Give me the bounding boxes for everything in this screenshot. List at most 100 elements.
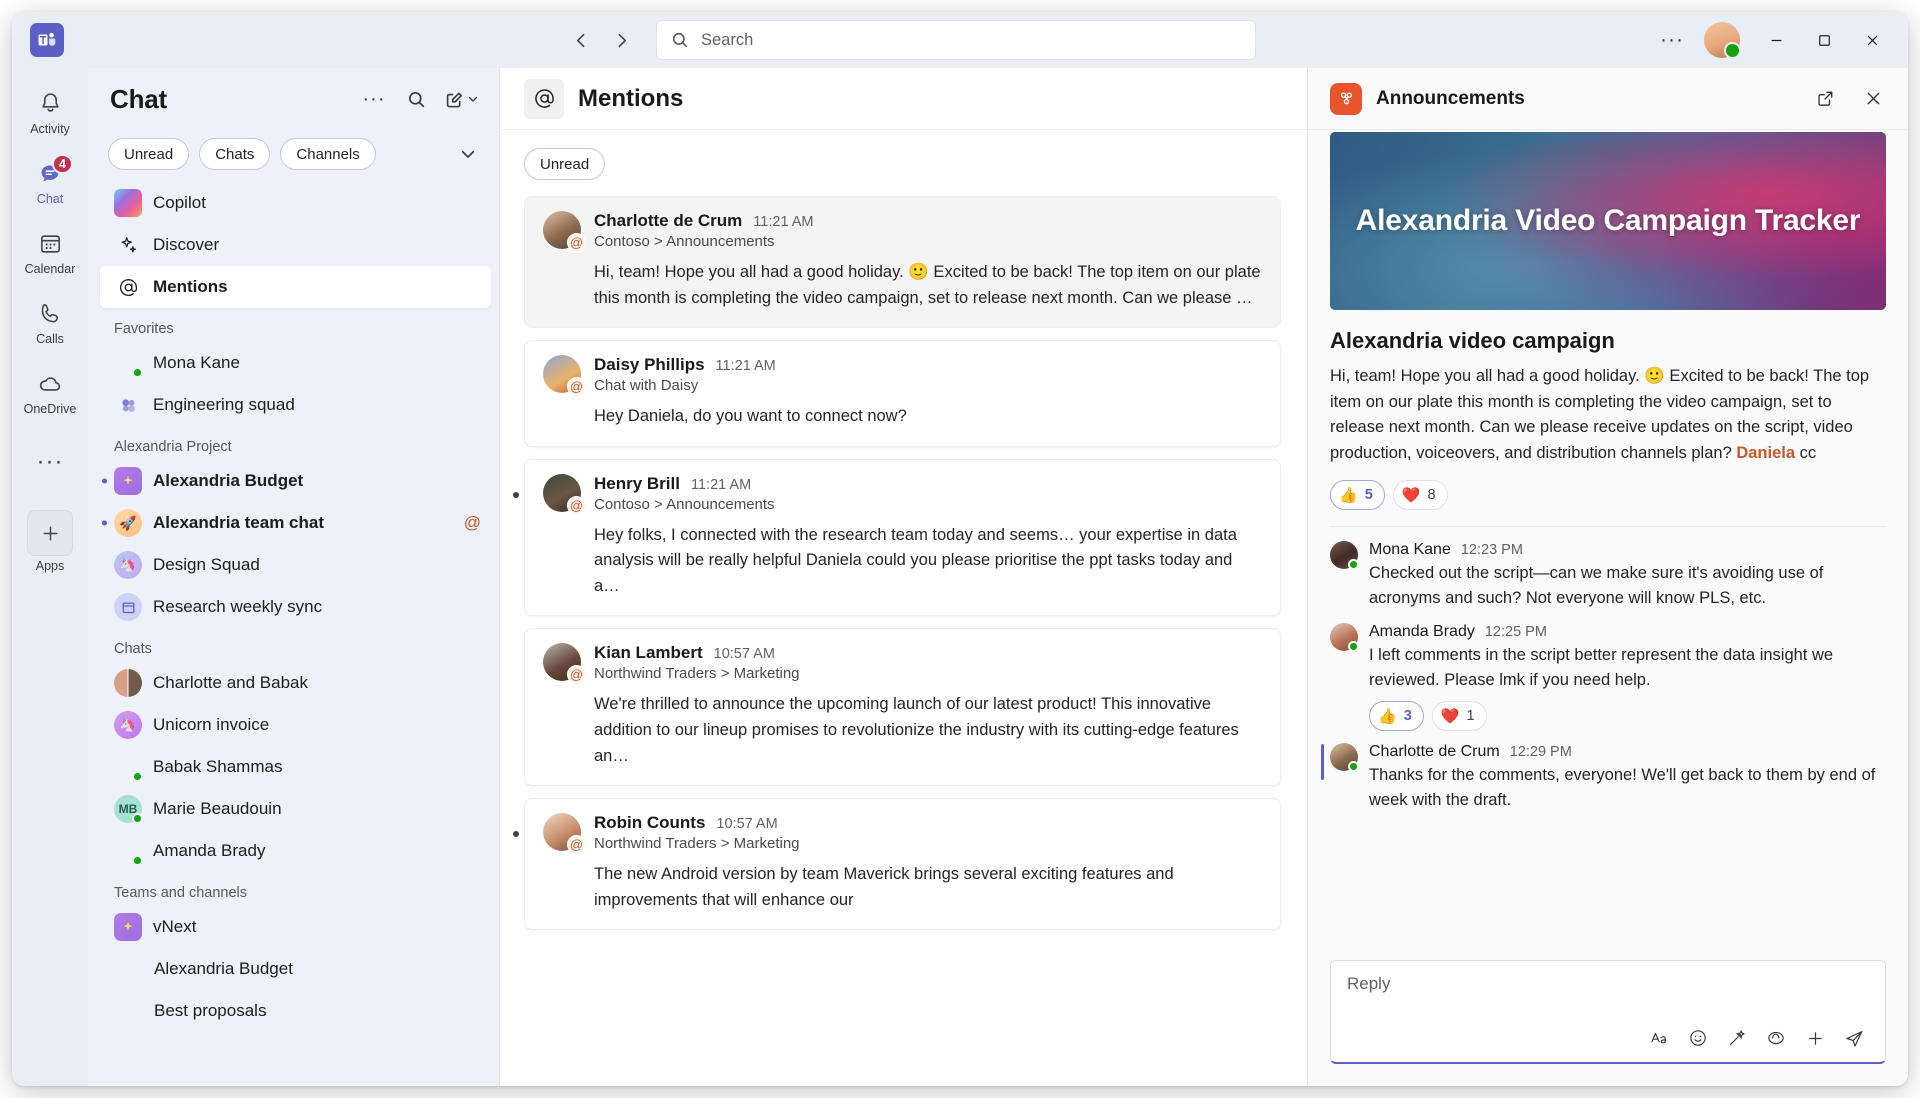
chat-list-item-charlotte-and-babak[interactable]: Charlotte and Babak — [100, 662, 491, 704]
chat-list-item-channel-alexandria-budget[interactable]: Alexandria Budget — [100, 948, 491, 990]
mention-card[interactable]: @ Robin Counts 10:57 AM Northwind Trader… — [524, 798, 1281, 930]
format-icon[interactable] — [1642, 1022, 1676, 1054]
chat-search-button[interactable] — [399, 82, 433, 116]
reply-item[interactable]: Mona Kane 12:23 PM Checked out the scrip… — [1330, 541, 1886, 611]
chat-list-item-unicorn-invoice[interactable]: 🦄 Unicorn invoice — [100, 704, 491, 746]
mention-text: We're thrilled to announce the upcoming … — [594, 692, 1262, 769]
mention-time: 11:21 AM — [716, 358, 776, 374]
mention-context: Contoso > Announcements — [594, 233, 814, 250]
rail-item-more[interactable]: ··· — [14, 428, 86, 496]
chat-list-item-channel-best-proposals[interactable]: Best proposals — [100, 990, 491, 1032]
settings-and-more-button[interactable]: ··· — [1654, 22, 1690, 58]
close-icon[interactable] — [1856, 82, 1890, 116]
reply-item[interactable]: Amanda Brady 12:25 PM I left comments in… — [1330, 623, 1886, 732]
rail-item-calendar[interactable]: Calendar — [14, 218, 86, 286]
reaction-heart[interactable]: ❤️ 1 — [1432, 701, 1487, 731]
filter-pill-unread[interactable]: Unread — [108, 138, 189, 170]
mentions-list: Unread @ Charlotte de Crum 11:21 AM Cont… — [500, 130, 1307, 1086]
chat-list-item-marie-beaudouin[interactable]: MB Marie Beaudouin — [100, 788, 491, 830]
rail-item-onedrive[interactable]: OneDrive — [14, 358, 86, 426]
minimize-button[interactable] — [1754, 20, 1798, 60]
new-chat-button[interactable] — [441, 82, 483, 116]
chat-list-item-amanda-brady[interactable]: Amanda Brady — [100, 830, 491, 872]
chat-list-label: Discover — [153, 235, 219, 255]
mention-context: Northwind Traders > Marketing — [594, 665, 800, 682]
search-input[interactable]: Search — [656, 20, 1256, 60]
reply-text: Thanks for the comments, everyone! We'll… — [1369, 763, 1886, 813]
avatar-initials: MB — [114, 795, 142, 823]
chat-list-item-engineering-squad[interactable]: Engineering squad — [100, 384, 491, 426]
post-body-part2: cc — [1795, 444, 1816, 462]
chat-list[interactable]: Copilot Discover Mentions Favorites — [88, 182, 499, 1086]
mention-card-header: @ Henry Brill 11:21 AM Contoso > Announc… — [543, 474, 1262, 513]
chat-list-item-alexandria-team-chat[interactable]: 🚀 Alexandria team chat @ — [100, 502, 491, 544]
reply-input[interactable]: Reply — [1330, 960, 1886, 1064]
rail-item-chat[interactable]: 4 Chat — [14, 148, 86, 216]
back-button[interactable] — [564, 23, 598, 57]
reaction-heart[interactable]: ❤️ 8 — [1393, 480, 1448, 510]
mention-indicator-icon: @ — [464, 513, 481, 533]
reaction-thumbsup[interactable]: 👍 3 — [1369, 701, 1424, 731]
thumbsup-icon: 👍 — [1339, 486, 1358, 504]
group-icon — [114, 391, 142, 419]
post-title: Alexandria video campaign — [1330, 328, 1886, 354]
emoji-icon[interactable] — [1681, 1022, 1715, 1054]
post-reactions: 👍 5 ❤️ 8 — [1330, 480, 1886, 510]
chevron-down-icon[interactable] — [453, 139, 483, 169]
presence-available-icon — [132, 855, 143, 866]
copilot-wand-icon[interactable] — [1720, 1022, 1754, 1054]
rail-item-activity[interactable]: Activity — [14, 78, 86, 146]
reaction-count: 1 — [1466, 708, 1474, 724]
mention-text: Hey Daniela, do you want to connect now? — [594, 404, 1262, 430]
chat-list-label: Amanda Brady — [153, 841, 265, 861]
close-button[interactable] — [1850, 20, 1894, 60]
search-icon — [671, 31, 689, 49]
chat-list-item-mona-kane[interactable]: Mona Kane — [100, 342, 491, 384]
chat-list-item-alexandria-budget[interactable]: Alexandria Budget — [100, 460, 491, 502]
mention-author: Charlotte de Crum — [594, 211, 742, 231]
mention-card[interactable]: @ Daisy Phillips 11:21 AM Chat with Dais… — [524, 340, 1281, 447]
chat-list-item-discover[interactable]: Discover — [100, 224, 491, 266]
forward-button[interactable] — [604, 23, 638, 57]
avatar — [114, 837, 142, 865]
chat-list-item-research-weekly-sync[interactable]: Research weekly sync — [100, 586, 491, 628]
loop-icon[interactable] — [1759, 1022, 1793, 1054]
chat-list-item-babak-shammas[interactable]: Babak Shammas — [100, 746, 491, 788]
post-mention[interactable]: Daniela — [1736, 444, 1795, 462]
at-mention-badge-icon: @ — [567, 665, 586, 684]
chat-list-item-mentions[interactable]: Mentions — [100, 266, 491, 308]
reaction-thumbsup[interactable]: 👍 5 — [1330, 480, 1385, 510]
rail-item-calls[interactable]: Calls — [14, 288, 86, 356]
heart-icon: ❤️ — [1402, 486, 1421, 504]
chat-list-item-design-squad[interactable]: 🦄 Design Squad — [100, 544, 491, 586]
chat-list-item-copilot[interactable]: Copilot — [100, 182, 491, 224]
mentions-filter-unread[interactable]: Unread — [524, 148, 605, 180]
mention-author: Robin Counts — [594, 813, 705, 833]
reply-reactions: 👍 3 ❤️ 1 — [1369, 701, 1886, 731]
mention-card[interactable]: @ Kian Lambert 10:57 AM Northwind Trader… — [524, 628, 1281, 786]
app-rail: Activity 4 Chat Calendar Calls — [12, 68, 88, 1086]
mention-card[interactable]: @ Charlotte de Crum 11:21 AM Contoso > A… — [524, 196, 1281, 328]
at-icon — [524, 79, 564, 119]
chat-list-label: Design Squad — [153, 555, 260, 575]
send-icon[interactable] — [1837, 1022, 1871, 1054]
add-attachment-icon[interactable] — [1798, 1022, 1832, 1054]
chat-list-label: Research weekly sync — [153, 597, 322, 617]
reply-item[interactable]: Charlotte de Crum 12:29 PM Thanks for th… — [1330, 743, 1886, 813]
chat-list-item-vnext[interactable]: vNext — [100, 906, 491, 948]
filter-pill-channels[interactable]: Channels — [280, 138, 375, 170]
chat-list-label: Alexandria team chat — [153, 513, 324, 533]
avatar[interactable] — [1704, 22, 1740, 58]
chat-list-label: Alexandria Budget — [154, 959, 293, 979]
filter-pill-chats[interactable]: Chats — [199, 138, 270, 170]
mention-context: Chat with Daisy — [594, 377, 776, 394]
mention-card[interactable]: @ Henry Brill 11:21 AM Contoso > Announc… — [524, 459, 1281, 617]
rail-item-apps[interactable]: Apps — [27, 498, 73, 573]
open-in-new-window-icon[interactable] — [1808, 82, 1842, 116]
maximize-button[interactable] — [1802, 20, 1846, 60]
chat-more-options-button[interactable]: ··· — [357, 82, 391, 116]
rail-label-onedrive: OneDrive — [24, 402, 77, 416]
reply-text: Checked out the script—can we make sure … — [1369, 561, 1886, 611]
chat-list-label: Mentions — [153, 277, 228, 297]
chat-list-panel: Chat ··· Unread Chats Channels — [88, 68, 500, 1086]
